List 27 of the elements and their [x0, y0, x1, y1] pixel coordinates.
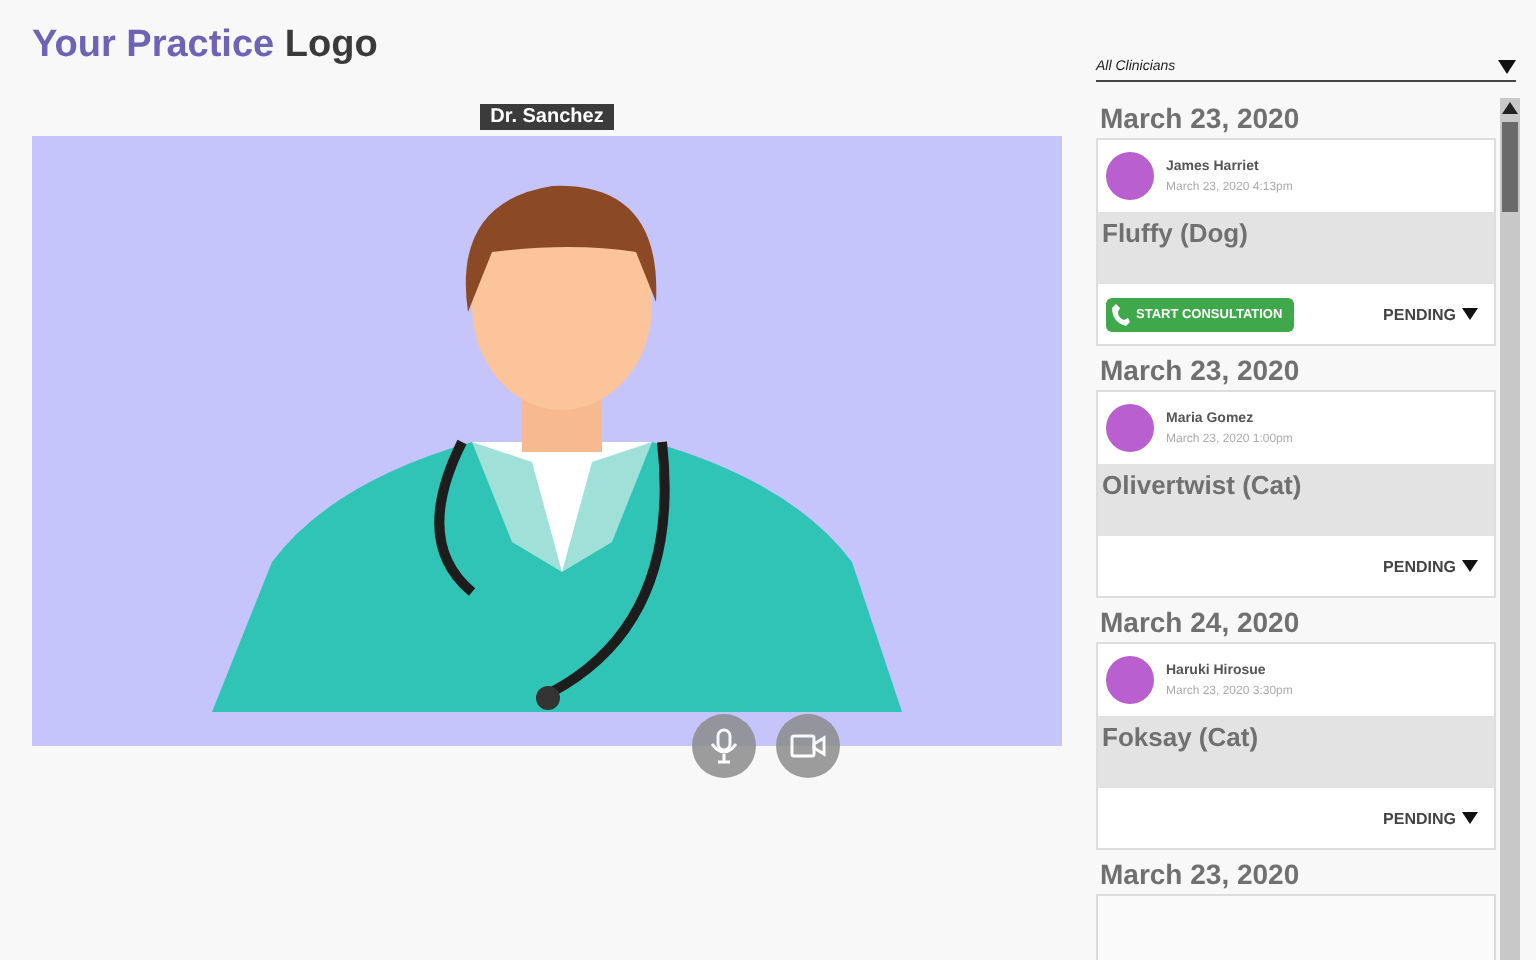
pet-name: Fluffy (Dog) [1098, 212, 1494, 284]
date-heading: March 24, 2020 [1098, 604, 1302, 642]
scrollbar[interactable] [1500, 98, 1520, 960]
avatar [1106, 152, 1154, 200]
caller-name-label: Dr. Sanchez [480, 104, 614, 130]
caret-icon [1462, 812, 1478, 824]
date-heading: March 23, 2020 [1098, 352, 1302, 390]
microphone-button[interactable] [692, 714, 756, 778]
status-dropdown[interactable]: PENDING [1383, 557, 1478, 575]
video-camera-icon [790, 732, 826, 760]
caret-icon [1462, 308, 1478, 320]
date-heading: March 23, 2020 [1098, 856, 1302, 894]
camera-button[interactable] [776, 714, 840, 778]
phone-icon [1112, 303, 1130, 325]
scroll-up-icon[interactable] [1502, 102, 1518, 114]
caret-icon [1462, 560, 1478, 572]
pet-name: Foksay (Cat) [1098, 716, 1494, 788]
microphone-icon [708, 728, 740, 764]
status-dropdown[interactable]: PENDING [1383, 809, 1478, 827]
avatar [1106, 656, 1154, 704]
status-dropdown[interactable]: PENDING [1383, 305, 1478, 323]
practice-logo: Your Practice Logo [32, 24, 378, 68]
caret-icon [1498, 60, 1516, 74]
scrollbar-thumb[interactable] [1502, 122, 1518, 212]
date-heading: March 23, 2020 [1098, 100, 1302, 138]
avatar [1106, 404, 1154, 452]
pet-name: Olivertwist (Cat) [1098, 464, 1494, 536]
